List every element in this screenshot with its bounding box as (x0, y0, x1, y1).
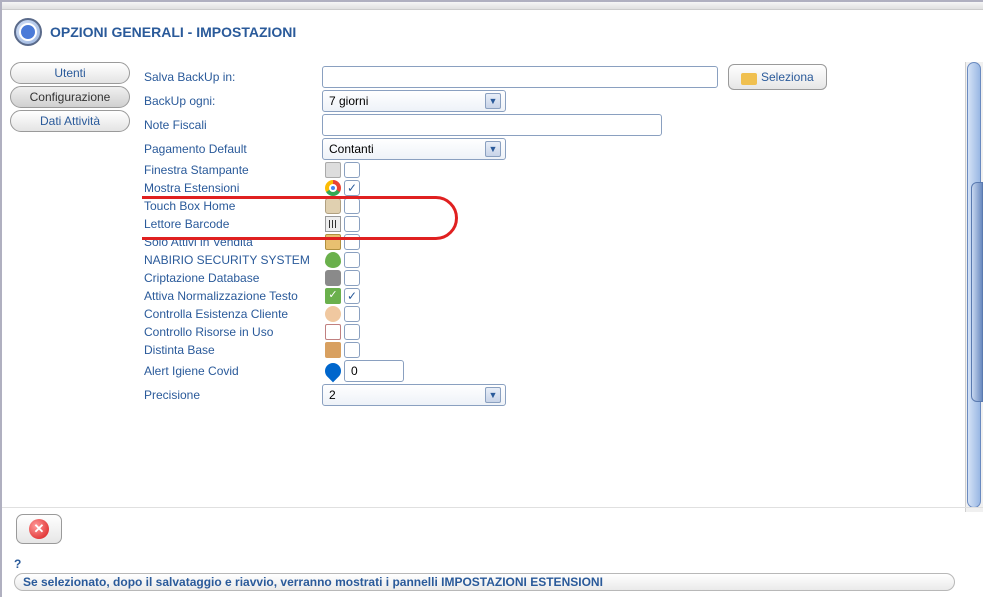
input-fiscal-notes[interactable] (322, 114, 662, 136)
touch-icon (325, 198, 341, 214)
sidebar: Utenti Configurazione Dati Attività (2, 52, 142, 512)
checkbox-touch[interactable] (344, 198, 360, 214)
button-seleziona[interactable]: Seleziona (728, 64, 827, 90)
select-backup-every-value: 7 giorni (329, 94, 368, 108)
option-label: Mostra Estensioni (142, 181, 322, 195)
user-icon (325, 306, 341, 322)
option-label: Controlla Esistenza Cliente (142, 307, 322, 321)
checkbox-cal[interactable] (344, 324, 360, 340)
checkbox-barcode[interactable] (344, 216, 360, 232)
option-label: NABIRIO SECURITY SYSTEM (142, 253, 322, 267)
label-precisione: Precisione (142, 388, 322, 402)
help-text-bar: Se selezionato, dopo il salvataggio e ri… (14, 573, 955, 591)
checkbox-user[interactable] (344, 306, 360, 322)
select-payment-default-value: Contanti (329, 142, 374, 156)
option-label: Lettore Barcode (142, 217, 322, 231)
footer: ✕ ? Se selezionato, dopo il salvataggio … (2, 507, 983, 597)
label-fiscal-notes: Note Fiscali (142, 118, 322, 132)
checkbox-chrome[interactable] (344, 180, 360, 196)
checkbox-stack[interactable] (344, 234, 360, 250)
checkbox-box[interactable] (344, 342, 360, 358)
option-label: Finestra Stampante (142, 163, 322, 177)
select-precisione-value: 2 (329, 388, 336, 402)
chrome-icon (325, 180, 341, 196)
settings-gear-icon (14, 18, 42, 46)
option-label: Solo Attivi in Vendita (142, 235, 322, 249)
select-backup-every[interactable]: 7 giorni ▼ (322, 90, 506, 112)
header: OPZIONI GENERALI - IMPOSTAZIONI (2, 10, 983, 52)
side-handle[interactable] (971, 182, 983, 402)
label-backup-every: BackUp ogni: (142, 94, 322, 108)
help-icon[interactable]: ? (14, 557, 21, 571)
close-icon: ✕ (29, 519, 49, 539)
tab-utenti[interactable]: Utenti (10, 62, 130, 84)
chevron-down-icon: ▼ (485, 387, 501, 403)
option-label: Touch Box Home (142, 199, 322, 213)
option-label: Distinta Base (142, 343, 322, 357)
shield-icon (325, 252, 341, 268)
form-panel: Salva BackUp in: Seleziona BackUp ogni: … (142, 52, 983, 512)
tab-dati-attivita[interactable]: Dati Attività (10, 110, 130, 132)
page-title: OPZIONI GENERALI - IMPOSTAZIONI (50, 24, 296, 40)
db-icon (325, 270, 341, 286)
stack-icon (325, 234, 341, 250)
chevron-down-icon: ▼ (485, 141, 501, 157)
select-precisione[interactable]: 2 ▼ (322, 384, 506, 406)
checkbox-printer[interactable] (344, 162, 360, 178)
input-alert-covid[interactable] (344, 360, 404, 382)
droplet-icon (322, 360, 345, 383)
check-icon (325, 288, 341, 304)
checkbox-check[interactable] (344, 288, 360, 304)
printer-icon (325, 162, 341, 178)
label-alert-covid: Alert Igiene Covid (142, 364, 322, 378)
select-payment-default[interactable]: Contanti ▼ (322, 138, 506, 160)
cal-icon (325, 324, 341, 340)
checkbox-db[interactable] (344, 270, 360, 286)
label-backup-path: Salva BackUp in: (142, 70, 322, 84)
box-icon (325, 342, 341, 358)
close-button[interactable]: ✕ (16, 514, 62, 544)
option-label: Criptazione Database (142, 271, 322, 285)
folder-icon (741, 73, 757, 85)
label-payment-default: Pagamento Default (142, 142, 322, 156)
barcode-icon (325, 216, 341, 232)
option-label: Controllo Risorse in Uso (142, 325, 322, 339)
button-seleziona-label: Seleziona (761, 70, 814, 84)
tab-configurazione[interactable]: Configurazione (10, 86, 130, 108)
checkbox-shield[interactable] (344, 252, 360, 268)
option-label: Attiva Normalizzazione Testo (142, 289, 322, 303)
input-backup-path[interactable] (322, 66, 718, 88)
window-titlebar (2, 2, 983, 10)
chevron-down-icon: ▼ (485, 93, 501, 109)
